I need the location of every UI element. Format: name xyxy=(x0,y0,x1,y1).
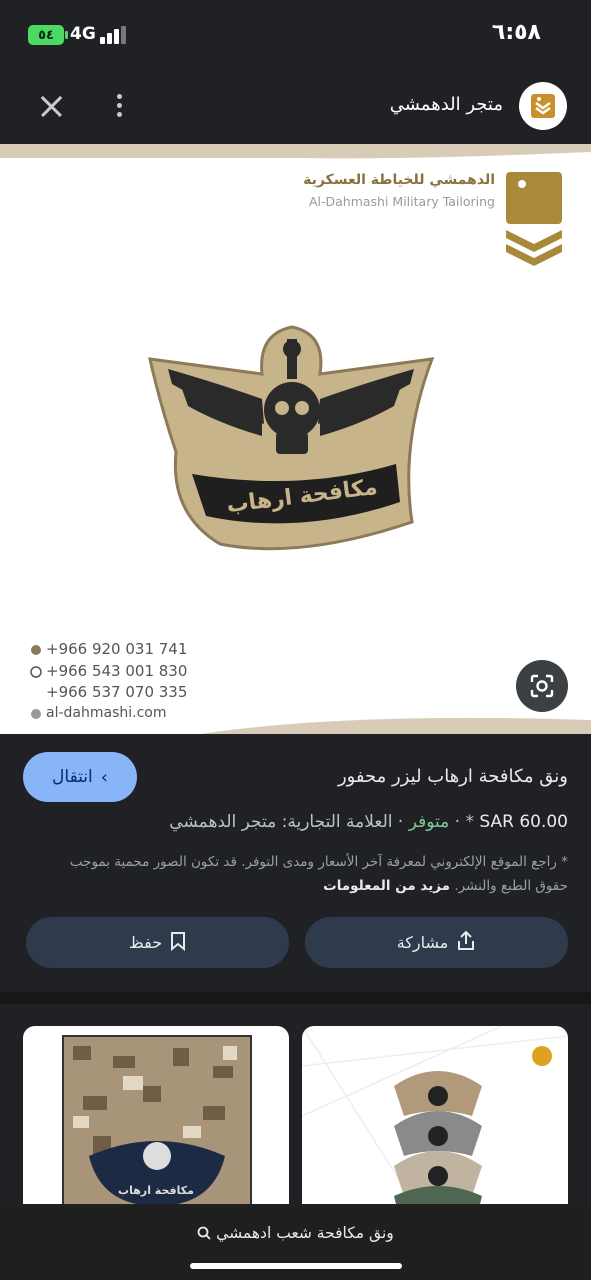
stock-status: متوفر xyxy=(408,812,450,832)
contact-website: al-dahmashi.com xyxy=(46,705,167,721)
brand-logo-mark xyxy=(506,172,562,266)
save-label: حفظ xyxy=(128,933,163,952)
product-price: SAR 60.00 xyxy=(479,812,568,832)
related-card[interactable] xyxy=(302,1026,568,1204)
chevron-left-icon: ‹ xyxy=(100,766,108,788)
viewer-header: متجر الدهمشي xyxy=(0,70,591,144)
more-vert-icon[interactable] xyxy=(110,88,130,124)
disclaimer-text: * راجع الموقع الإلكتروني لمعرفة آخر الأس… xyxy=(69,854,568,894)
search-query[interactable]: ونق مكافحة شعب ادهمشي xyxy=(0,1224,591,1242)
visit-button[interactable]: انتقال ‹ xyxy=(23,752,137,802)
brand-name-en: Al-Dahmashi Military Tailoring xyxy=(308,194,495,209)
brand-name-ar: الدهمشي للخياطة العسكرية xyxy=(303,172,495,188)
product-meta: SAR 60.00 * · متوفر · العلامة التجارية: … xyxy=(169,812,568,832)
product-info-panel: انتقال ‹ ونق مكافحة ارهاب ليزر محفور SAR… xyxy=(0,734,591,992)
contact-phone: +966 537 070 335 xyxy=(46,683,188,701)
signal-icon xyxy=(100,26,128,44)
clock: ٦:٥٨ xyxy=(491,20,541,45)
save-button[interactable]: حفظ xyxy=(26,917,289,968)
related-patch-text: مكافحة ارهاب xyxy=(118,1184,194,1197)
product-image[interactable]: الدهمشي للخياطة العسكرية Al-Dahmashi Mil… xyxy=(0,144,591,734)
product-title[interactable]: ونق مكافحة ارهاب ليزر محفور xyxy=(338,766,568,787)
visit-label: انتقال xyxy=(52,767,93,787)
disclaimer: * راجع الموقع الإلكتروني لمعرفة آخر الأس… xyxy=(48,850,568,898)
search-query-text: ونق مكافحة شعب ادهمشي xyxy=(216,1224,394,1242)
bookmark-icon xyxy=(170,931,186,955)
lens-search-icon[interactable] xyxy=(516,660,568,712)
site-logo[interactable] xyxy=(519,82,567,130)
site-title[interactable]: متجر الدهمشي xyxy=(390,94,503,115)
contact-phone: +966 543 001 830 xyxy=(46,662,188,680)
search-icon xyxy=(197,1224,211,1242)
status-bar: ٥٤ 4G ٦:٥٨ xyxy=(0,0,591,70)
network-type: 4G xyxy=(70,24,96,44)
home-indicator[interactable] xyxy=(190,1263,402,1269)
battery-level: ٥٤ xyxy=(38,27,54,43)
share-icon xyxy=(456,930,476,956)
brand-label: العلامة التجارية: متجر الدهمشي xyxy=(169,812,393,832)
share-button[interactable]: مشاركة xyxy=(305,917,568,968)
contact-phone: +966 920 031 741 xyxy=(46,640,188,658)
battery-icon: ٥٤ xyxy=(28,25,68,45)
search-bar[interactable]: ونق مكافحة شعب ادهمشي xyxy=(0,1206,591,1280)
close-icon[interactable] xyxy=(34,88,70,124)
section-divider xyxy=(0,992,591,1004)
related-results: مكافحة ارهاب xyxy=(0,1004,591,1204)
more-info-link[interactable]: مزيد من المعلومات xyxy=(323,878,450,894)
patch-graphic xyxy=(148,325,435,551)
related-card[interactable]: مكافحة ارهاب xyxy=(23,1026,289,1204)
share-label: مشاركة xyxy=(396,933,449,952)
